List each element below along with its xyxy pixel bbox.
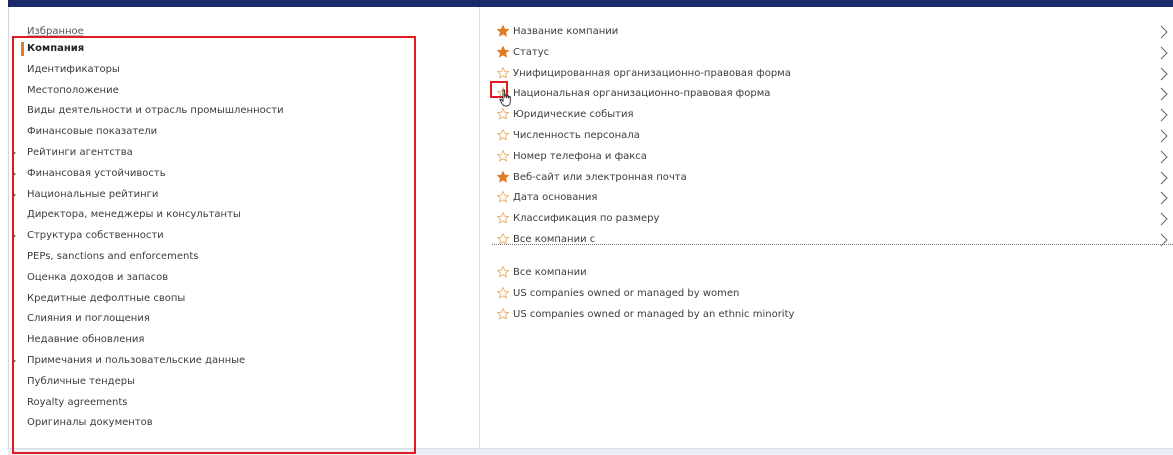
field-label: Все компании с [513,234,596,245]
chevron-right-icon[interactable] [1159,171,1169,185]
menu-item[interactable]: Компания [27,40,84,58]
menu-item[interactable]: Кредитные дефолтные свопы [27,290,185,308]
star-outline-icon[interactable] [497,108,509,120]
star-filled-icon[interactable] [497,170,509,183]
field-label: Номер телефона и факса [513,150,647,162]
menu-item[interactable]: Финансовые показатели [27,123,157,141]
field-label: Название компании [513,26,619,37]
field-label: Статус [513,46,550,58]
menu-item[interactable]: Структура собственности [27,227,164,245]
menu-item[interactable]: Оригиналы документов [27,414,153,432]
menu-item[interactable]: Оценка доходов и запасов [27,269,168,287]
chevron-right-icon[interactable] [1159,150,1169,164]
caret-right-icon[interactable] [12,170,16,177]
field-label: Веб-сайт или электронная почта [513,171,687,183]
chevron-right-icon[interactable] [1159,67,1169,81]
menu-item[interactable]: Национальные рейтинги [27,186,158,204]
menu-item[interactable]: Слияния и поглощения [27,310,150,328]
menu-item[interactable]: Royalty agreements [27,394,128,412]
star-outline-icon[interactable] [497,129,509,141]
field-label: Унифицированная организационно-правовая … [513,67,791,79]
field-label: Дата основания [513,192,598,204]
star-filled-icon[interactable] [497,45,509,58]
chevron-right-icon[interactable] [1159,46,1169,60]
menu-item[interactable]: Местоположение [27,82,119,100]
star-outline-icon[interactable] [497,286,509,299]
menu-item[interactable]: Финансовая устойчивость [27,165,166,183]
menu-item[interactable]: Недавние обновления [27,331,144,349]
star-outline-icon[interactable] [497,212,509,224]
caret-right-icon[interactable] [12,233,16,240]
dotted-separator [492,244,1173,245]
menu-item[interactable]: PEPs, sanctions and enforcements [27,248,199,266]
chevron-right-icon[interactable] [1159,212,1169,226]
star-outline-icon[interactable] [497,266,509,278]
active-marker [21,42,24,56]
chevron-right-icon[interactable] [1159,191,1169,205]
star-outline-icon[interactable] [497,191,509,204]
caret-right-icon[interactable] [12,191,16,198]
star-outline-icon[interactable] [497,149,509,162]
field-label: Национальная организационно-правовая фор… [513,88,771,100]
caret-right-icon[interactable] [12,358,16,364]
menu-item[interactable]: Примечания и пользовательские данные [27,352,245,370]
section-menu: Избранное Компания Идентификаторы Местопол… [0,0,479,454]
field-label: Классификация по размеру [513,213,660,225]
hand-cursor-icon [499,89,511,107]
set-label: Все компании [513,267,587,278]
menu-item[interactable]: Директора, менеджеры и консультанты [27,206,241,224]
chevron-right-icon[interactable] [1159,87,1169,101]
chevron-right-icon[interactable] [1159,129,1169,143]
menu-item[interactable]: Публичные тендеры [27,373,135,391]
star-outline-icon[interactable] [497,307,509,320]
panel-divider [479,7,480,449]
star-outline-icon[interactable] [497,66,509,79]
menu-item[interactable]: Рейтинги агентства [27,144,133,162]
caret-right-icon[interactable] [12,150,16,156]
chevron-right-icon[interactable] [1159,108,1169,122]
set-label: US companies owned or managed by women [513,287,740,299]
chevron-right-icon[interactable] [1159,25,1169,39]
star-filled-icon[interactable] [497,25,509,37]
menu-item[interactable]: Виды деятельности и отрасль промышленнос… [27,102,284,120]
field-label: Численность персонала [513,130,640,141]
menu-item[interactable]: Идентификаторы [27,61,120,79]
favorites-link[interactable]: Избранное [27,23,84,41]
set-label: US companies owned or managed by an ethn… [513,308,795,320]
bottom-strip [8,448,1173,455]
field-label: Юридические события [513,109,634,121]
